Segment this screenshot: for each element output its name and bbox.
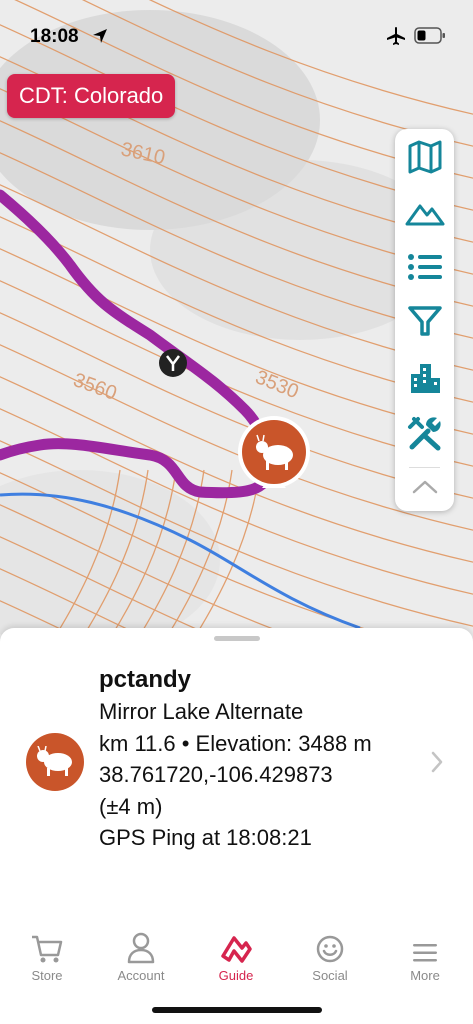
status-time: 18:08 (30, 26, 79, 47)
collapse-toolbar-button[interactable] (395, 465, 454, 509)
tab-store[interactable]: Store (0, 924, 94, 983)
mountains-icon (405, 204, 444, 226)
tab-more[interactable]: More (378, 924, 472, 983)
list-button[interactable] (395, 241, 454, 293)
towns-button[interactable] (395, 351, 454, 403)
map-layers-button[interactable] (395, 131, 454, 183)
tab-label: Social (312, 968, 348, 983)
chevron-up-icon (412, 480, 437, 494)
user-location-pin[interactable] (238, 416, 310, 488)
person-icon (127, 932, 155, 964)
sheet-grabber[interactable] (214, 636, 260, 641)
tools-button[interactable] (395, 407, 454, 459)
status-bar: 18:08 (0, 0, 473, 70)
guide-logo-icon (221, 936, 252, 963)
filter-icon (407, 306, 442, 336)
elevation-button[interactable] (395, 187, 454, 239)
hiker-info: pctandy Mirror Lake Alternate km 11.6 • … (99, 664, 372, 854)
km-elevation: km 11.6 • Elevation: 3488 m (99, 730, 372, 756)
tab-label: Store (31, 968, 63, 983)
gps-accuracy: (±4 m) (99, 793, 163, 819)
mountain-goat-icon (37, 746, 72, 776)
home-indicator (152, 1007, 322, 1013)
junction-marker[interactable] (159, 349, 187, 377)
smiley-icon (316, 935, 344, 963)
menu-icon (413, 944, 437, 962)
filter-button[interactable] (395, 295, 454, 347)
hiker-name: pctandy (99, 666, 192, 693)
battery-icon (414, 27, 446, 49)
gps-coordinates: 38.761720,-106.429873 (99, 762, 333, 787)
location-arrow-icon (92, 28, 108, 49)
avatar (26, 733, 84, 791)
airplane-icon (386, 26, 406, 51)
map-toolbar (395, 129, 454, 511)
tab-guide[interactable]: Guide (189, 924, 283, 983)
route-name: Mirror Lake Alternate (99, 699, 304, 724)
gps-ping-time: GPS Ping at 18:08:21 (99, 825, 312, 850)
chevron-right-icon[interactable] (430, 750, 444, 779)
tools-icon (407, 417, 441, 451)
tab-account[interactable]: Account (94, 924, 188, 983)
region-selector-button[interactable]: CDT: Colorado (7, 74, 176, 118)
map-icon (408, 140, 441, 174)
buildings-icon (410, 364, 440, 393)
tab-label: Guide (218, 968, 254, 983)
tab-social[interactable]: Social (283, 924, 377, 983)
tab-label: More (410, 968, 440, 983)
cart-icon (32, 935, 63, 963)
tab-label: Account (117, 968, 165, 983)
list-icon (407, 254, 442, 280)
